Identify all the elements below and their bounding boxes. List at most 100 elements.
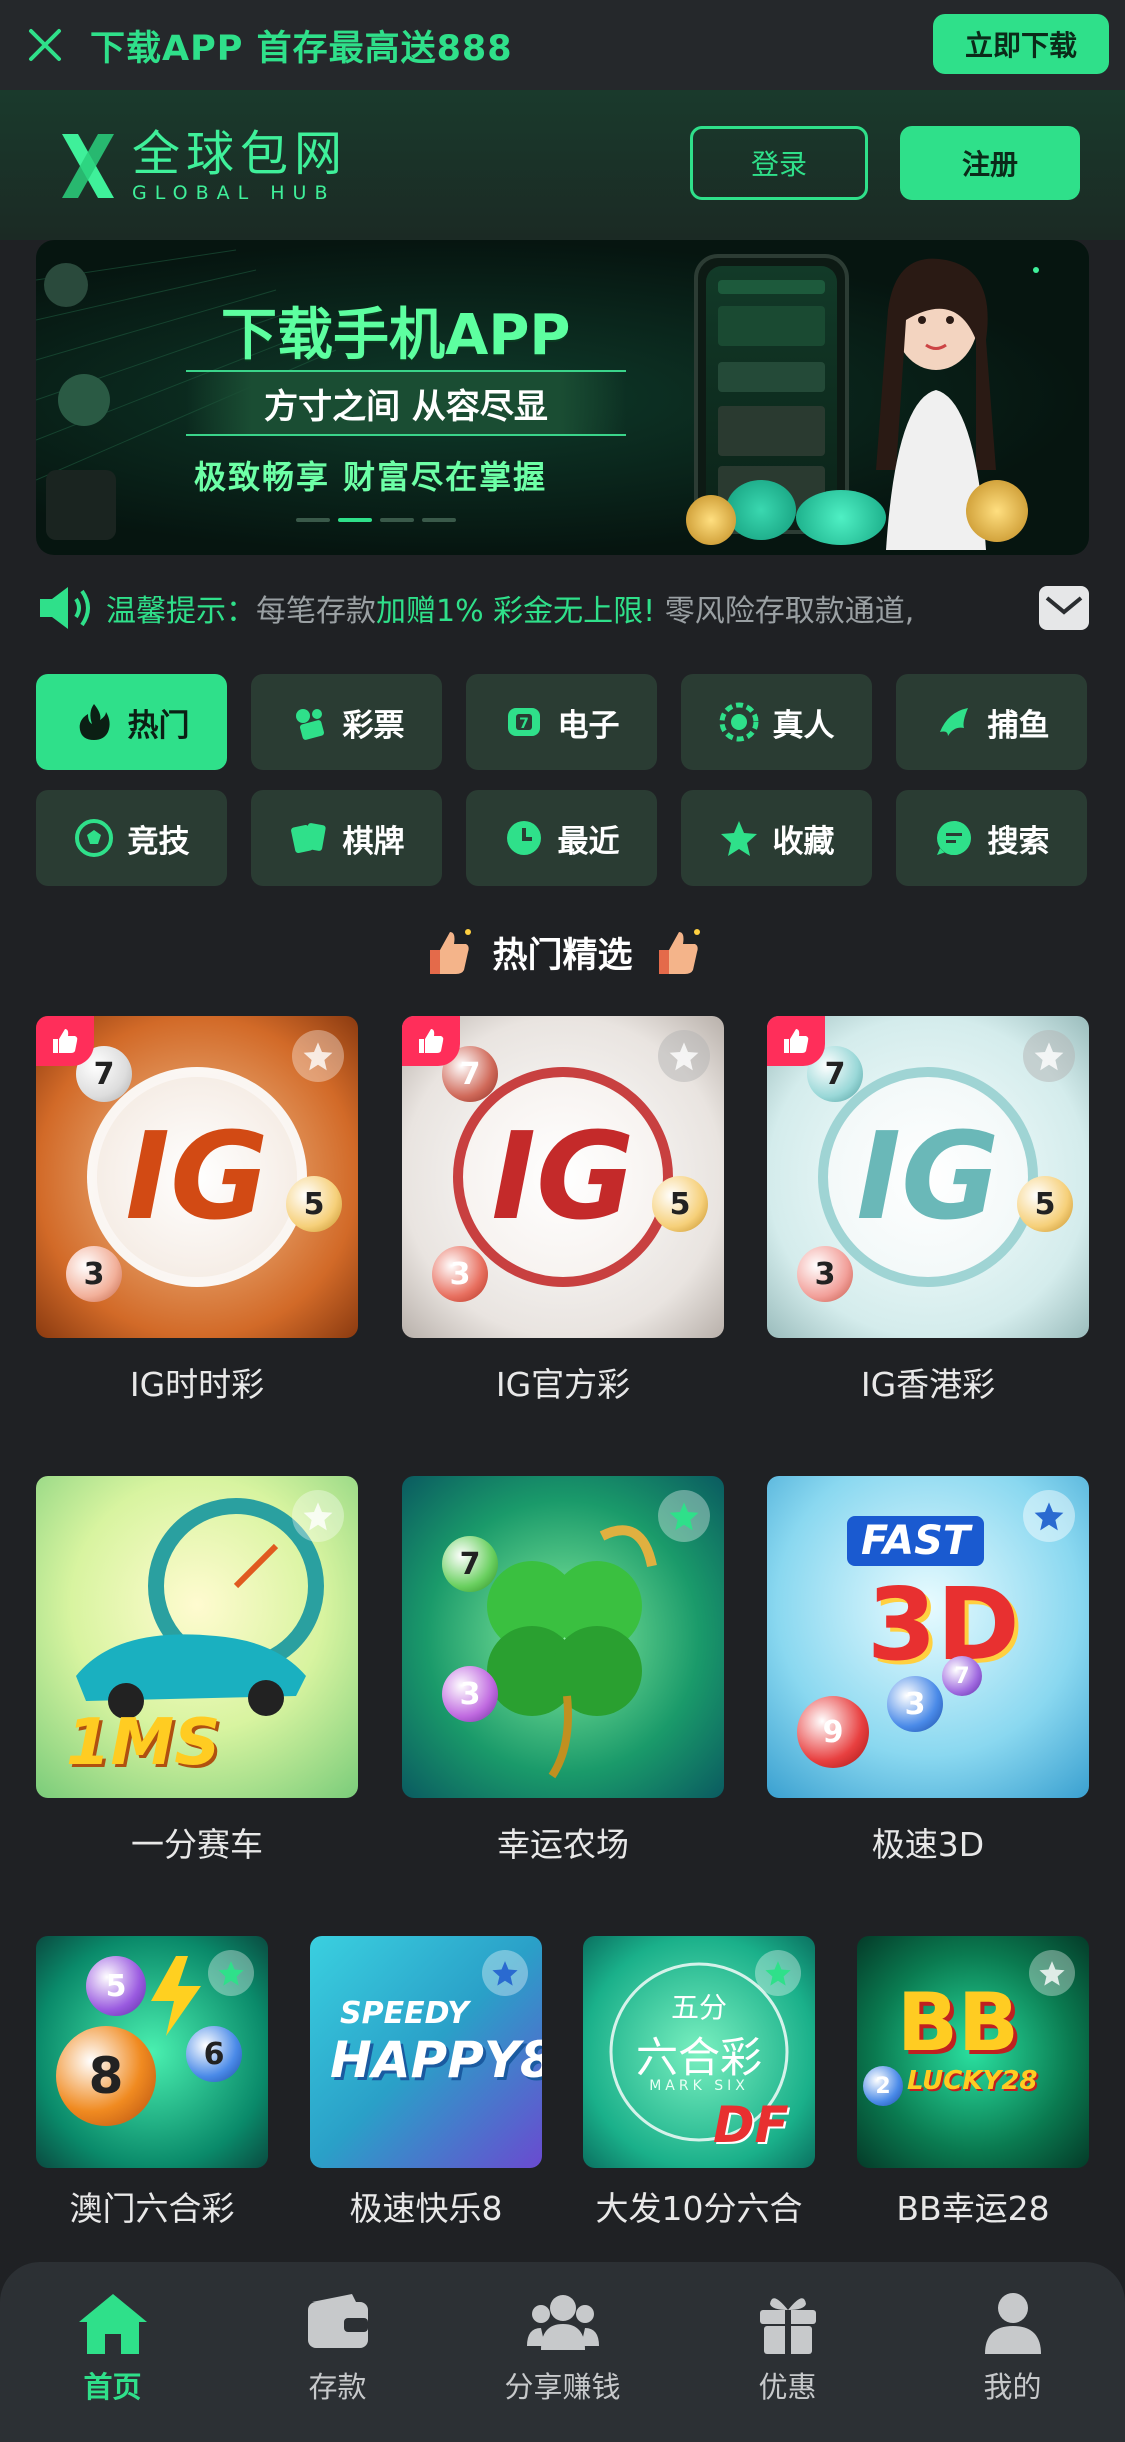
game-card[interactable]: 五分 六合彩 MARK SIX DF 大发10分六合: [583, 1936, 815, 2230]
category-label: 最近: [557, 823, 620, 860]
game-art-text: 3D: [867, 1566, 1020, 1683]
ball-graphic: 3: [887, 1676, 943, 1732]
favorite-star-icon[interactable]: [482, 1950, 528, 1996]
game-card[interactable]: BB LUCKY28 2 BB幸运28: [857, 1936, 1089, 2230]
thumbs-up-icon: [430, 929, 472, 974]
nav-label: 我的: [983, 2370, 1042, 2404]
ball-graphic: 7: [442, 1536, 498, 1592]
gold-coin-icon: [686, 495, 736, 545]
thumbs-up-icon: [784, 1029, 809, 1053]
game-thumbnail[interactable]: IG 7 5 3: [402, 1016, 724, 1338]
category-sports[interactable]: 竞技: [36, 790, 227, 886]
page: 下载APP 首存最高送888 立即下载 全球包网 GLOBAL HUB 登录 注…: [0, 0, 1125, 2442]
ball-graphic: 5: [1017, 1176, 1073, 1232]
game-card[interactable]: IG 7 5 3 IG时时彩: [36, 1016, 358, 1406]
category-favorites[interactable]: 收藏: [681, 790, 872, 886]
hot-badge: [767, 1016, 825, 1066]
game-thumbnail[interactable]: SPEEDY HAPPY8: [310, 1936, 542, 2168]
ball-graphic: 5: [652, 1176, 708, 1232]
logo-title: 全球包网: [132, 126, 349, 182]
banner-dot[interactable]: [296, 518, 330, 522]
nav-label: 存款: [308, 2370, 367, 2404]
clock-icon: [506, 821, 541, 855]
favorite-star-icon[interactable]: [292, 1490, 344, 1542]
logo[interactable]: 全球包网 GLOBAL HUB: [56, 128, 348, 204]
svg-text:7: 7: [519, 716, 529, 732]
category-lottery[interactable]: 彩票: [251, 674, 442, 770]
game-art-text: SPEEDY: [340, 1996, 469, 2031]
nav-deposit[interactable]: 存款: [225, 2262, 450, 2442]
favorite-star-icon[interactable]: [208, 1950, 254, 1996]
game-thumbnail[interactable]: BB LUCKY28 2: [857, 1936, 1089, 2168]
game-card[interactable]: 1MS 一分赛车: [36, 1476, 358, 1866]
favorite-star-icon[interactable]: [1029, 1950, 1075, 1996]
game-thumbnail[interactable]: 1MS: [36, 1476, 358, 1798]
game-card[interactable]: IG 7 5 3 IG官方彩: [402, 1016, 724, 1406]
promo-banner[interactable]: 下载手机APP 方寸之间 从容尽显 极致畅享 财富尽在掌握: [36, 240, 1089, 555]
favorite-star-icon[interactable]: [292, 1030, 344, 1082]
download-promo-bar: 下载APP 首存最高送888 立即下载: [0, 0, 1125, 90]
cards-icon: [290, 823, 326, 854]
login-button[interactable]: 登录: [690, 126, 868, 200]
usdt-coin-icon: [726, 480, 796, 540]
banner-tagline: 极致畅享 财富尽在掌握: [194, 458, 548, 496]
wallet-icon: [307, 2294, 368, 2348]
section-title: 热门精选: [492, 935, 633, 976]
game-card[interactable]: 7 3 幸运农场: [402, 1476, 724, 1866]
category-cards[interactable]: 棋牌: [251, 790, 442, 886]
category-label: 收藏: [772, 823, 835, 860]
ball-graphic: 7: [942, 1656, 982, 1696]
ball-graphic: 3: [66, 1246, 122, 1302]
game-card[interactable]: FAST 3D 9 3 7 极速3D: [767, 1476, 1089, 1866]
game-card[interactable]: IG 7 5 3 IG香港彩: [767, 1016, 1089, 1406]
game-name: 极速3D: [871, 1825, 985, 1864]
category-recent[interactable]: 最近: [466, 790, 657, 886]
download-app-button[interactable]: 立即下载: [933, 14, 1109, 74]
gift-icon: [759, 2298, 816, 2354]
game-card[interactable]: 8 5 6 澳门六合彩: [36, 1936, 268, 2230]
category-slots[interactable]: 7 电子: [466, 674, 657, 770]
mail-icon[interactable]: [1039, 586, 1089, 630]
game-name: IG香港彩: [860, 1365, 996, 1404]
thumbs-up-icon: [419, 1029, 444, 1053]
category-search[interactable]: 搜索: [896, 790, 1087, 886]
game-name: IG时时彩: [129, 1365, 265, 1404]
banner-dot[interactable]: [380, 518, 414, 522]
favorite-star-icon[interactable]: [658, 1490, 710, 1542]
banner-dot-active[interactable]: [338, 518, 372, 522]
category-label: 棋牌: [342, 823, 405, 860]
game-thumbnail[interactable]: 8 5 6: [36, 1936, 268, 2168]
thumbs-up-icon: [53, 1029, 78, 1053]
game-thumbnail[interactable]: 7 3: [402, 1476, 724, 1798]
banner-dot[interactable]: [422, 518, 456, 522]
chip-icon: [719, 702, 758, 742]
hot-badge: [402, 1016, 460, 1066]
category-live[interactable]: 真人: [681, 674, 872, 770]
game-art-text: BB: [897, 1976, 1019, 2069]
favorite-star-icon[interactable]: [1023, 1490, 1075, 1542]
register-button[interactable]: 注册: [900, 126, 1080, 200]
close-icon[interactable]: [0, 0, 90, 90]
category-hot[interactable]: 热门: [36, 674, 227, 770]
category-fishing[interactable]: 捕鱼: [896, 674, 1087, 770]
banner-pagination[interactable]: [296, 518, 456, 522]
game-art-text: 六合彩: [635, 2033, 762, 2082]
game-art-text: FAST: [847, 1516, 985, 1566]
favorite-star-icon[interactable]: [755, 1950, 801, 1996]
favorite-star-icon[interactable]: [658, 1030, 710, 1082]
game-thumbnail[interactable]: IG 7 5 3: [767, 1016, 1089, 1338]
nav-profile[interactable]: 我的: [900, 2262, 1125, 2442]
ball-graphic: 3: [432, 1246, 488, 1302]
game-card[interactable]: SPEEDY HAPPY8 极速快乐8: [310, 1936, 542, 2230]
game-thumbnail[interactable]: 五分 六合彩 MARK SIX DF: [583, 1936, 815, 2168]
notice-bar[interactable]: 温馨提示： 每笔存款加赠1% 彩金无上限! 零风险存取款通道,: [36, 580, 1089, 636]
favorite-star-icon[interactable]: [1023, 1030, 1075, 1082]
bottom-nav: 首页 存款 分享赚钱 优惠 我的: [0, 2262, 1125, 2442]
banner-subtitle: 方寸之间 从容尽显: [264, 386, 548, 427]
nav-share[interactable]: 分享赚钱: [450, 2262, 675, 2442]
nav-promotions[interactable]: 优惠: [675, 2262, 900, 2442]
game-thumbnail[interactable]: FAST 3D 9 3 7: [767, 1476, 1089, 1798]
game-name: BB幸运28: [896, 2189, 1050, 2228]
game-thumbnail[interactable]: IG 7 5 3: [36, 1016, 358, 1338]
nav-home[interactable]: 首页: [0, 2262, 225, 2442]
